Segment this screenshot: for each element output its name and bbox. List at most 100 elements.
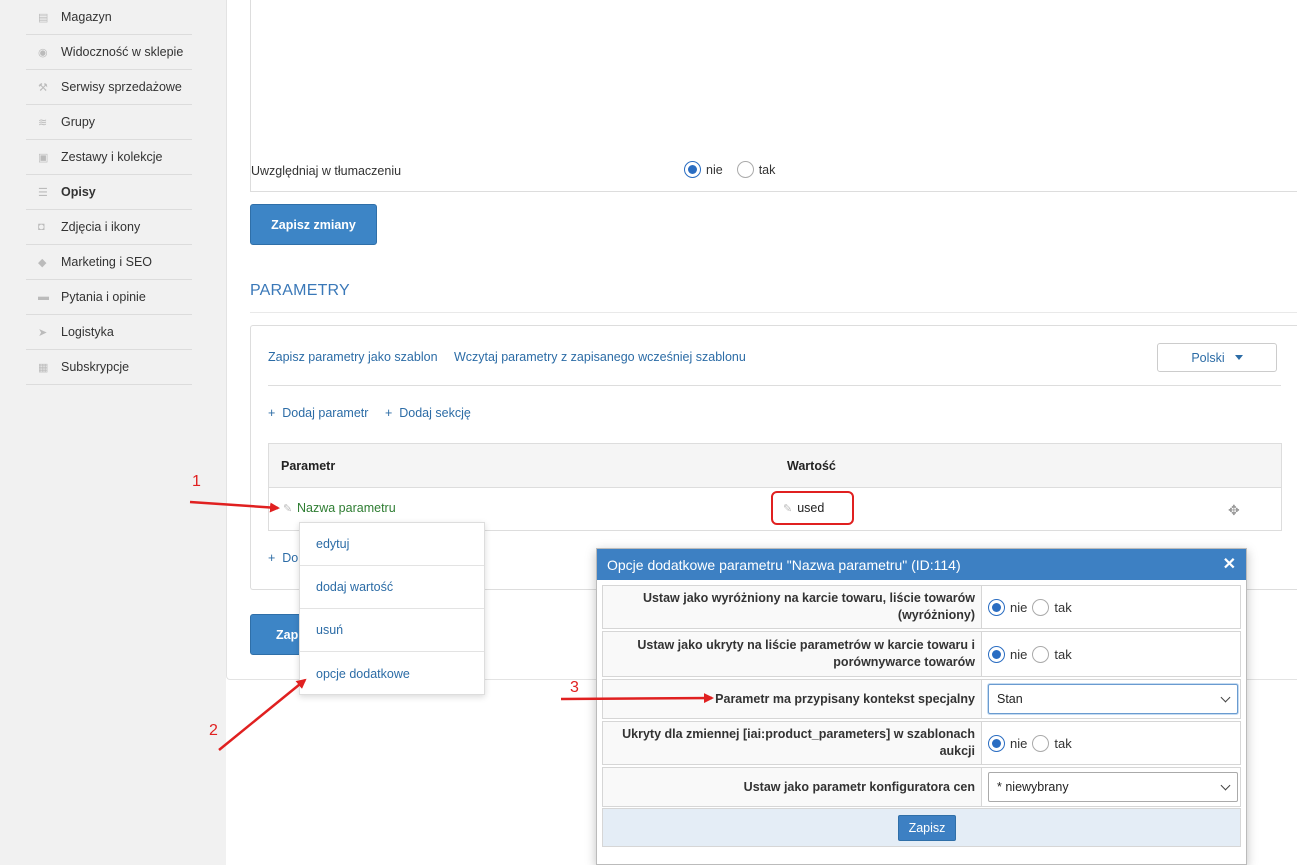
annotation-number-2: 2 (209, 722, 218, 739)
radio-tak[interactable] (1032, 734, 1050, 752)
sidebar-item-label: Grupy (61, 115, 96, 129)
sidebar-item-zestawy[interactable]: ▣ Zestawy i kolekcje (26, 140, 192, 175)
paper-plane-icon: ➤ (38, 326, 48, 339)
row-value: * niewybrany (981, 768, 1240, 806)
modal-row-auction-hidden: Ukryty dla zmiennej [iai:product_paramet… (602, 721, 1241, 765)
sidebar-item-logistyka[interactable]: ➤ Logistyka (26, 315, 192, 350)
layers-icon: ≋ (38, 116, 48, 129)
radio-tak[interactable] (1032, 645, 1050, 663)
divider (250, 312, 1297, 313)
chat-icon: ▬ (38, 291, 49, 303)
sidebar: ▤ Magazyn ◉ Widoczność w sklepie ⚒ Serwi… (0, 0, 226, 865)
param-value: used (797, 501, 825, 515)
add-section-link[interactable]: + Dodaj sekcję (385, 406, 471, 420)
add-param-link[interactable]: + Dodaj parametr (268, 406, 368, 420)
collection-icon: ▣ (38, 151, 49, 164)
sidebar-item-label: Zestawy i kolekcje (61, 150, 163, 164)
sidebar-item-marketing[interactable]: ◆ Marketing i SEO (26, 245, 192, 280)
extra-options-modal: Opcje dodatkowe parametru "Nazwa paramet… (596, 548, 1247, 865)
radio-nie[interactable] (988, 734, 1005, 752)
calendar-icon: ▦ (38, 361, 49, 374)
table-header: Parametr Wartość (269, 444, 1281, 488)
radio-label: tak (1054, 735, 1072, 751)
camera-icon: ◘ (38, 221, 45, 233)
special-context-select[interactable]: Stan (988, 684, 1238, 714)
row-value: Stan (981, 680, 1240, 718)
sidebar-item-pytania[interactable]: ▬ Pytania i opinie (26, 280, 192, 315)
select-value: Stan (997, 692, 1023, 706)
menu-item-add-value[interactable]: dodaj wartość (300, 566, 484, 609)
col-value-header: Wartość (787, 459, 836, 473)
radio-nie[interactable] (988, 598, 1005, 616)
modal-footer: Zapisz (602, 808, 1241, 847)
translate-radio-nie[interactable] (684, 161, 701, 178)
divider (268, 385, 1281, 386)
language-dropdown[interactable]: Polski (1157, 343, 1277, 372)
plus-icon: + (385, 406, 400, 420)
sidebar-item-opisy[interactable]: ☰ Opisy (26, 175, 192, 210)
save-template-link[interactable]: Zapisz parametry jako szablon (268, 350, 438, 364)
sidebar-item-label: Pytania i opinie (61, 290, 146, 304)
menu-item-delete[interactable]: usuń (300, 609, 484, 652)
modal-row-special-context: Parametr ma przypisany kontekst specjaln… (602, 679, 1241, 719)
arrow-2 (218, 678, 307, 751)
close-icon[interactable]: ✕ (1223, 554, 1236, 574)
param-name-link[interactable]: Nazwa parametru (297, 501, 396, 515)
param-value-highlight[interactable]: ✎ used (771, 491, 854, 525)
row-label: Ustaw jako parametr konfiguratora cen (743, 779, 975, 794)
text-lines-icon: ☰ (38, 186, 48, 199)
translate-label: Uwzględniaj w tłumaczeniu (251, 164, 402, 178)
modal-row-featured: Ustaw jako wyróżniony na karcie towaru, … (602, 585, 1241, 629)
sidebar-item-subskrypcje[interactable]: ▦ Subskrypcje (26, 350, 192, 385)
pencil-icon: ✎ (283, 503, 293, 515)
radio-label: nie (706, 162, 723, 177)
price-configurator-select[interactable]: * niewybrany (988, 772, 1238, 802)
move-icon[interactable]: ✥ (1228, 502, 1240, 519)
chevron-down-icon (1220, 692, 1231, 702)
sidebar-item-label: Widoczność w sklepie (61, 45, 184, 59)
sidebar-item-label: Serwisy sprzedażowe (61, 80, 182, 94)
col-param-header: Parametr (281, 459, 336, 473)
load-template-link[interactable]: Wczytaj parametry z zapisanego wcześniej… (454, 350, 746, 364)
row-label: Ustaw jako ukryty na liście parametrów w… (637, 638, 975, 669)
add-param-bottom-link[interactable]: + Do (268, 551, 298, 565)
row-value: nie tak (981, 632, 1240, 676)
context-menu: edytuj dodaj wartość usuń opcje dodatkow… (299, 522, 485, 695)
radio-nie[interactable] (988, 645, 1005, 663)
save-changes-button[interactable]: Zapisz zmiany (250, 204, 377, 245)
radio-tak[interactable] (1032, 598, 1050, 616)
modal-title: Opcje dodatkowe parametru "Nazwa paramet… (607, 556, 961, 573)
radio-label: nie (1010, 735, 1028, 751)
sidebar-item-serwisy[interactable]: ⚒ Serwisy sprzedażowe (26, 70, 192, 105)
add-param-bottom-label: Do (282, 551, 299, 565)
radio-label: tak (1054, 599, 1072, 615)
row-value: nie tak (981, 586, 1240, 628)
eye-icon: ◉ (38, 46, 48, 59)
radio-label: tak (1054, 646, 1072, 662)
sidebar-item-zdjecia[interactable]: ◘ Zdjęcia i ikony (26, 210, 192, 245)
sidebar-item-label: Logistyka (61, 325, 114, 339)
plus-icon: + (268, 406, 283, 420)
radio-label: tak (758, 162, 776, 177)
menu-item-extra-options[interactable]: opcje dodatkowe (300, 652, 484, 695)
sidebar-item-label: Subskrypcje (61, 360, 130, 374)
sidebar-item-label: Opisy (61, 185, 96, 199)
row-label: Ukryty dla zmiennej [iai:product_paramet… (622, 727, 975, 758)
row-label: Parametr ma przypisany kontekst specjaln… (715, 691, 975, 706)
hammer-icon: ⚒ (38, 81, 48, 94)
sidebar-item-magazyn[interactable]: ▤ Magazyn (26, 0, 192, 35)
radio-label: nie (1010, 646, 1028, 662)
chevron-down-icon (1220, 780, 1231, 790)
translate-radio-tak[interactable] (736, 161, 754, 178)
tag-icon: ◆ (38, 256, 47, 269)
sidebar-item-grupy[interactable]: ≋ Grupy (26, 105, 192, 140)
annotation-number-3: 3 (570, 679, 579, 696)
sidebar-item-label: Zdjęcia i ikony (61, 220, 141, 234)
radio-label: nie (1010, 599, 1028, 615)
modal-save-button[interactable]: Zapisz (898, 815, 956, 841)
sidebar-item-widocznosc[interactable]: ◉ Widoczność w sklepie (26, 35, 192, 70)
plus-icon: + (268, 551, 283, 565)
add-param-label: Dodaj parametr (282, 406, 369, 420)
modal-row-price-configurator: Ustaw jako parametr konfiguratora cen * … (602, 767, 1241, 807)
menu-item-edit[interactable]: edytuj (300, 523, 484, 566)
